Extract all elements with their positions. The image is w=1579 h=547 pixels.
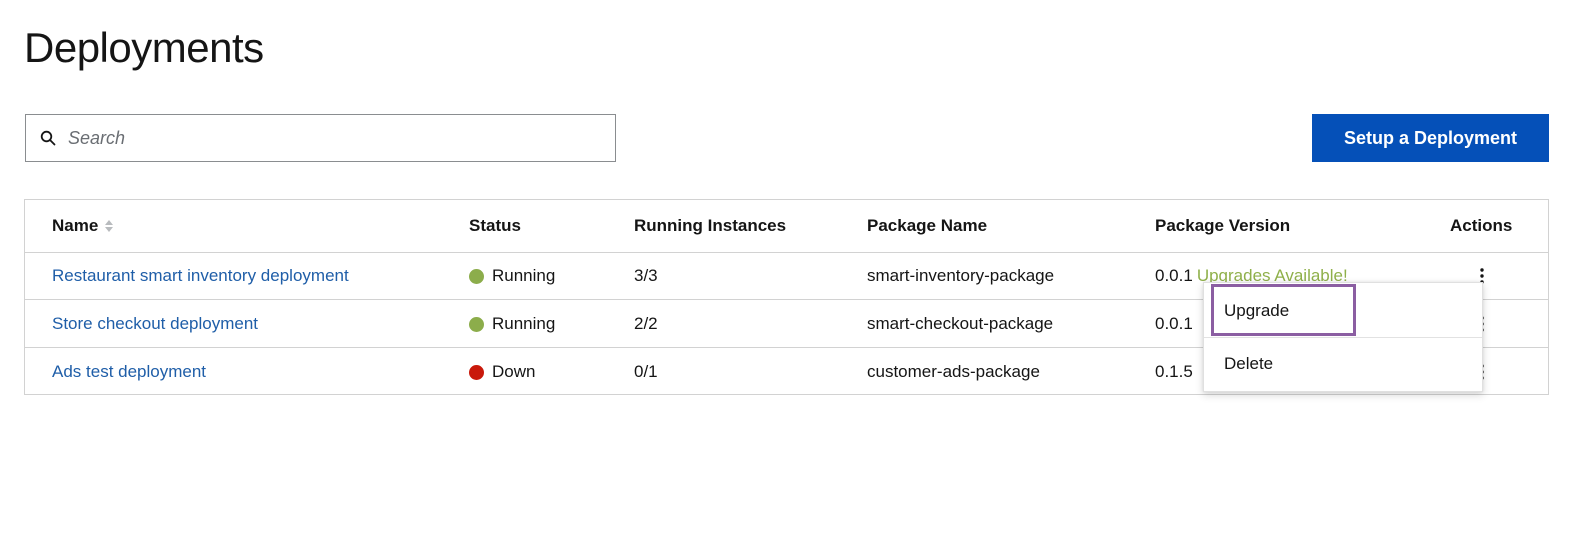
search-box[interactable] <box>25 114 616 162</box>
actions-dropdown-menu: Upgrade Delete <box>1203 282 1483 392</box>
search-input[interactable] <box>68 116 615 160</box>
package-name-cell: smart-inventory-package <box>867 265 1055 285</box>
setup-deployment-button[interactable]: Setup a Deployment <box>1312 114 1549 162</box>
package-name-cell: smart-checkout-package <box>867 313 1054 333</box>
package-version-cell: 0.0.1 <box>1155 300 1193 347</box>
page-title: Deployments <box>24 24 264 71</box>
menu-item-upgrade[interactable]: Upgrade <box>1204 284 1482 337</box>
deployment-name-link[interactable]: Restaurant smart inventory deployment <box>52 266 349 286</box>
column-header-package-version: Package Version <box>1155 216 1291 235</box>
status-cell: Running <box>469 300 555 347</box>
column-header-actions: Actions <box>1450 216 1513 235</box>
instances-cell: 2/2 <box>634 313 658 333</box>
column-header-name-label: Name <box>52 216 99 235</box>
menu-item-delete[interactable]: Delete <box>1204 337 1482 390</box>
status-label: Running <box>492 265 556 285</box>
status-label: Down <box>492 361 536 381</box>
deployment-name-link[interactable]: Store checkout deployment <box>52 314 258 334</box>
column-header-package-name: Package Name <box>867 216 988 235</box>
column-header-status: Status <box>469 216 521 235</box>
status-dot-icon <box>469 269 484 284</box>
package-name-cell: customer-ads-package <box>867 361 1040 381</box>
deployment-name-link[interactable]: Ads test deployment <box>52 362 206 382</box>
search-icon <box>40 130 56 146</box>
column-header-name[interactable]: Name <box>52 200 114 252</box>
package-version-label: 0.0.1 <box>1155 265 1193 285</box>
status-cell: Running <box>469 252 555 299</box>
package-version-label: 0.1.5 <box>1155 361 1193 381</box>
package-version-cell: 0.1.5 <box>1155 348 1193 395</box>
sort-icon[interactable] <box>104 219 114 233</box>
status-dot-icon <box>469 365 484 380</box>
table-header: Name Status Running Instances Package Na… <box>25 200 1548 253</box>
status-cell: Down <box>469 348 535 395</box>
package-version-label: 0.0.1 <box>1155 313 1193 333</box>
instances-cell: 3/3 <box>634 265 658 285</box>
status-label: Running <box>492 313 556 333</box>
deployments-page: Deployments Setup a Deployment Name Sta <box>0 0 1579 547</box>
column-header-running-instances: Running Instances <box>634 216 787 235</box>
status-dot-icon <box>469 317 484 332</box>
instances-cell: 0/1 <box>634 361 658 381</box>
